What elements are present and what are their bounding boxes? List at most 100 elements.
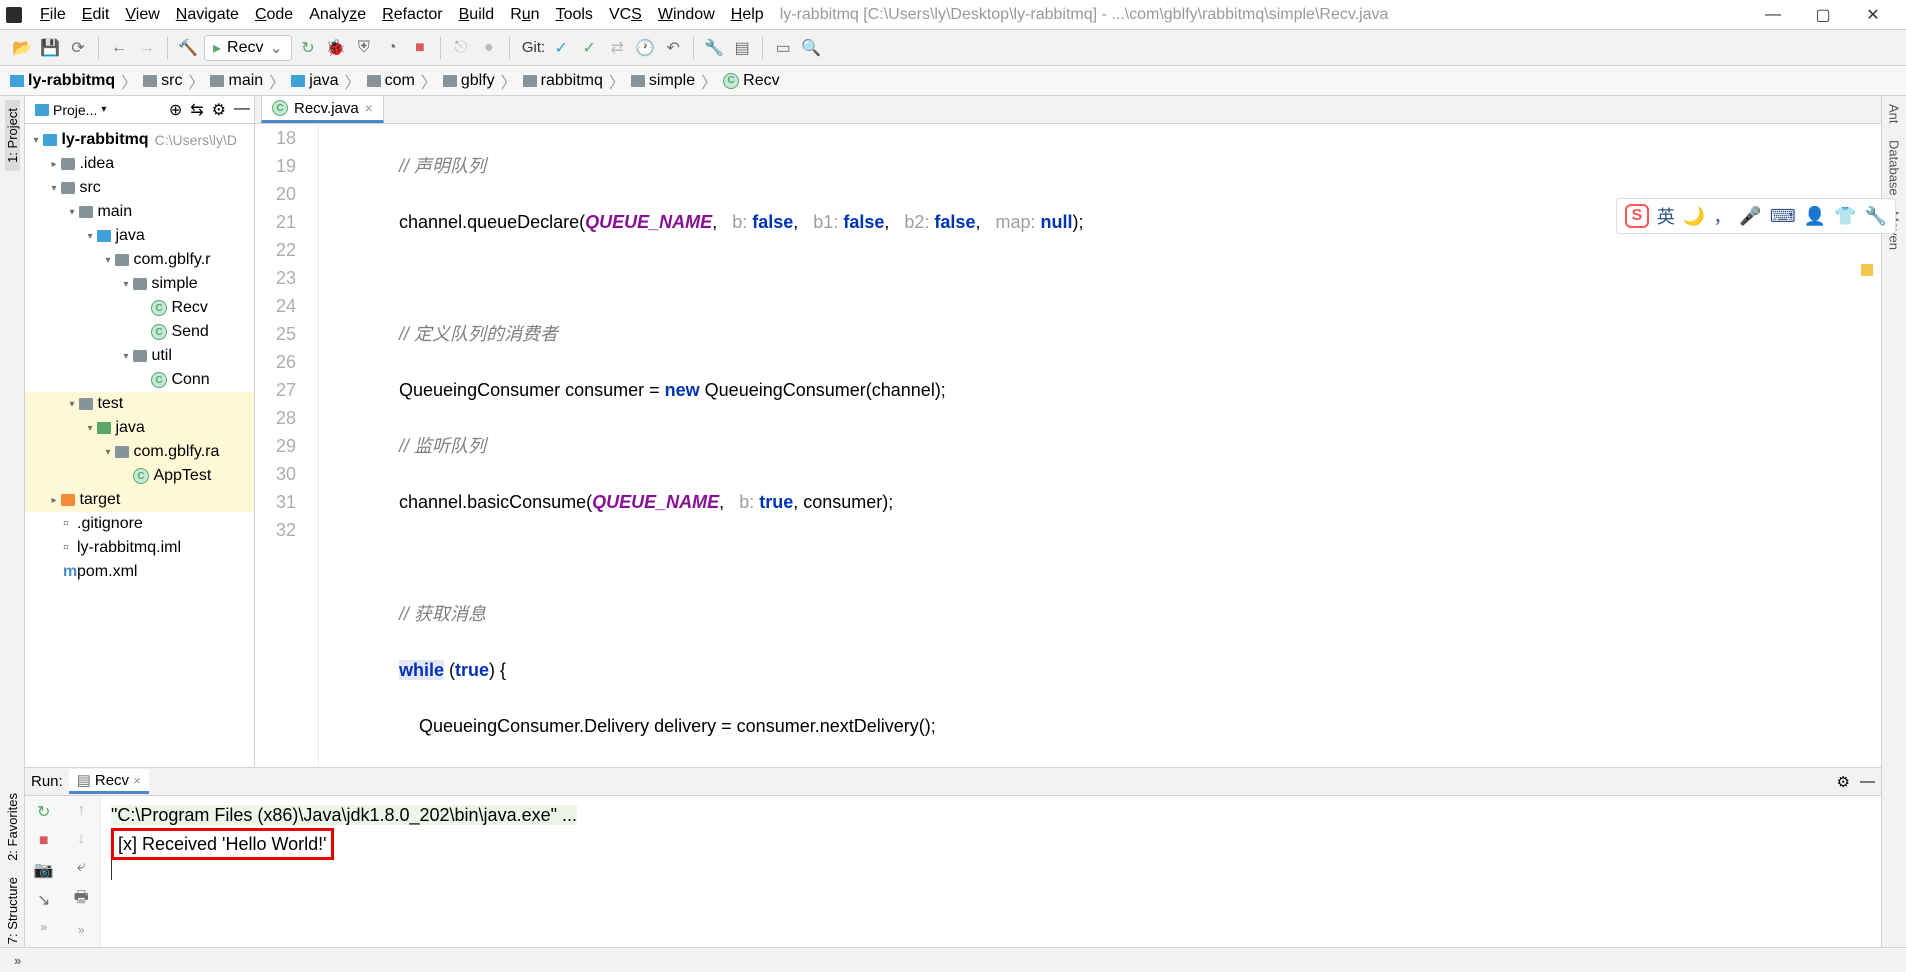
tree-recv[interactable]: C Recv — [25, 296, 254, 320]
moon-icon[interactable]: 🌙 — [1683, 206, 1705, 227]
stop-icon[interactable]: ■ — [408, 36, 432, 60]
dump-icon[interactable]: 📷 — [34, 860, 54, 880]
up-icon[interactable]: ↑ — [77, 802, 85, 820]
bc-recv[interactable]: CRecv — [723, 72, 779, 90]
maximize-button[interactable]: ▢ — [1814, 6, 1832, 24]
run-output[interactable]: "C:\Program Files (x86)\Java\jdk1.8.0_20… — [101, 796, 1881, 947]
rerun-icon[interactable]: ↻ — [37, 802, 50, 822]
keyboard-icon[interactable]: ⌨ — [1770, 206, 1796, 227]
down-icon[interactable]: ↓ — [77, 830, 85, 848]
tree-test[interactable]: ▾ test — [25, 392, 254, 416]
user-icon[interactable]: 👤 — [1804, 206, 1826, 227]
tree-apptest[interactable]: C AppTest — [25, 464, 254, 488]
open-icon[interactable]: 📂 — [10, 36, 34, 60]
collapse-icon[interactable]: ⇆ — [190, 100, 203, 120]
git-commit-icon[interactable]: ✓ — [577, 36, 601, 60]
gear-icon[interactable]: ⚙ — [212, 100, 226, 120]
tree-target[interactable]: ▸ target — [25, 488, 254, 512]
git-revert-icon[interactable]: ↶ — [661, 36, 685, 60]
minimize-button[interactable]: — — [1764, 6, 1782, 24]
ide-icon[interactable]: ▭ — [771, 36, 795, 60]
bc-rabbitmq[interactable]: rabbitmq — [523, 72, 603, 90]
menu-refactor[interactable]: Refactor — [374, 0, 450, 29]
menu-build[interactable]: Build — [451, 0, 503, 29]
menu-window[interactable]: Window — [650, 0, 723, 29]
tree-idea[interactable]: ▸ .idea — [25, 152, 254, 176]
hammer-icon[interactable]: 🔨 — [176, 36, 200, 60]
print-icon[interactable]: 🖶 — [74, 886, 89, 913]
tree-main[interactable]: ▾ main — [25, 200, 254, 224]
stop-icon[interactable]: ■ — [39, 832, 49, 850]
bc-simple[interactable]: simple — [631, 72, 695, 90]
target-icon[interactable]: ⊕ — [169, 100, 182, 120]
tree-send[interactable]: C Send — [25, 320, 254, 344]
menu-vcs[interactable]: VCS — [601, 0, 650, 29]
tree-pkg[interactable]: ▾ com.gblfy.r — [25, 248, 254, 272]
menu-tools[interactable]: Tools — [548, 0, 601, 29]
tree-root[interactable]: ▾ ly-rabbitmqC:\Users\ly\D — [25, 128, 254, 152]
tree-util[interactable]: ▾ util — [25, 344, 254, 368]
profile-icon[interactable]: ◔ — [380, 36, 404, 60]
menu-code[interactable]: Code — [247, 0, 301, 29]
side-tab-structure[interactable]: 7: Structure — [5, 869, 20, 952]
attach-icon[interactable]: ⎋ — [449, 36, 473, 60]
tool-window-quick[interactable]: » — [14, 953, 23, 968]
comma-icon[interactable]: ， — [1713, 203, 1731, 229]
structure-icon[interactable]: ▤ — [730, 36, 754, 60]
run-config-select[interactable]: ▸Recv⌄ — [204, 35, 292, 61]
tool-icon[interactable]: 🔧 — [1865, 206, 1887, 227]
gear-icon[interactable]: ⚙ — [1837, 773, 1850, 791]
bc-root[interactable]: ly-rabbitmq — [10, 72, 115, 90]
close-button[interactable]: ✕ — [1864, 6, 1882, 24]
reload-icon[interactable]: ⟳ — [66, 36, 90, 60]
run-tab[interactable]: ▤Recv× — [69, 769, 149, 794]
bc-gblfy[interactable]: gblfy — [443, 72, 495, 90]
menu-run[interactable]: Run — [502, 0, 547, 29]
wrap-icon[interactable]: ⤶ — [77, 858, 86, 876]
tree-test-java[interactable]: ▾ java — [25, 416, 254, 440]
menu-navigate[interactable]: Navigate — [168, 0, 247, 29]
tree-java[interactable]: ▾ java — [25, 224, 254, 248]
tree-pom[interactable]: mpom.xml — [25, 560, 254, 584]
mic-icon[interactable]: 🎤 — [1739, 206, 1761, 227]
side-tab-database[interactable]: Database — [1887, 132, 1902, 204]
tree-iml[interactable]: ▫ly-rabbitmq.iml — [25, 536, 254, 560]
back-icon[interactable]: ← — [107, 36, 131, 60]
settings-icon[interactable]: 🔧 — [702, 36, 726, 60]
breakpoint-icon[interactable]: ● — [477, 36, 501, 60]
sogou-logo-icon[interactable]: S — [1625, 204, 1649, 228]
inspection-indicator[interactable] — [1861, 264, 1873, 276]
ime-lang[interactable]: 英 — [1657, 203, 1675, 229]
debug-icon[interactable]: 🐞 — [324, 36, 348, 60]
editor-tab-recv[interactable]: C Recv.java × — [261, 95, 384, 123]
exit-icon[interactable]: ↘ — [37, 890, 50, 910]
menu-edit[interactable]: Edit — [74, 0, 118, 29]
git-history-icon[interactable]: 🕐 — [633, 36, 657, 60]
bc-main[interactable]: main — [210, 72, 263, 90]
bc-src[interactable]: src — [143, 72, 182, 90]
bc-java[interactable]: java — [291, 72, 338, 90]
menu-view[interactable]: View — [117, 0, 167, 29]
close-tab-icon[interactable]: × — [365, 100, 373, 116]
menu-help[interactable]: Help — [723, 0, 772, 29]
skin-icon[interactable]: 👕 — [1834, 206, 1856, 227]
git-update-icon[interactable]: ✓ — [549, 36, 573, 60]
tree-gitignore[interactable]: ▫.gitignore — [25, 512, 254, 536]
ime-toolbar[interactable]: S 英 🌙 ， 🎤 ⌨ 👤 👕 🔧 — [1616, 198, 1896, 234]
hide-icon[interactable]: — — [1860, 773, 1875, 791]
save-icon[interactable]: 💾 — [38, 36, 62, 60]
forward-icon[interactable]: → — [135, 36, 159, 60]
tree-src[interactable]: ▾ src — [25, 176, 254, 200]
bc-com[interactable]: com — [367, 72, 415, 90]
tree-simple[interactable]: ▾ simple — [25, 272, 254, 296]
side-tab-favorites[interactable]: 2: Favorites — [5, 785, 20, 869]
menu-analyze[interactable]: Analyze — [301, 0, 374, 29]
menu-file[interactable]: File — [32, 0, 74, 29]
side-tab-project[interactable]: 1: Project — [5, 100, 20, 171]
git-compare-icon[interactable]: ⇄ — [605, 36, 629, 60]
hide-icon[interactable]: — — [234, 100, 250, 120]
tree-conn[interactable]: C Conn — [25, 368, 254, 392]
coverage-icon[interactable]: ⛨ — [352, 36, 376, 60]
side-tab-ant[interactable]: Ant — [1887, 96, 1902, 132]
run-icon[interactable]: ↻ — [296, 36, 320, 60]
